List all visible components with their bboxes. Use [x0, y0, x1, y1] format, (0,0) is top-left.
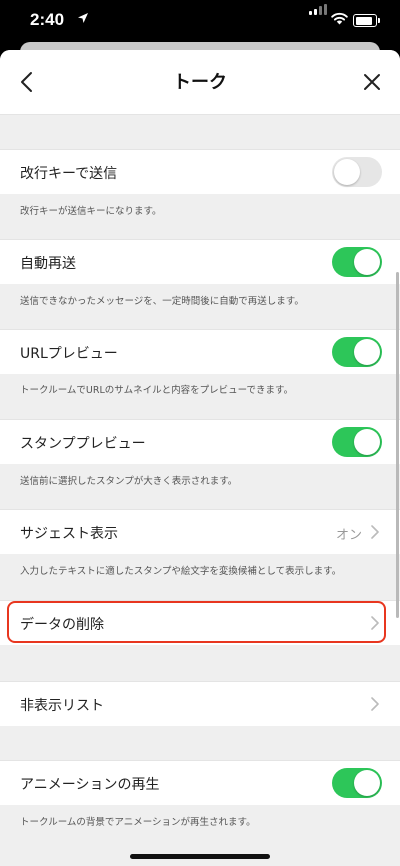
- setting-label: 非表示リスト: [20, 698, 104, 714]
- setting-description: 改行キーが送信キーになります。: [20, 206, 162, 217]
- setting-row-animation-playback[interactable]: アニメーションの再生: [0, 760, 400, 805]
- url-preview-toggle[interactable]: [332, 337, 382, 367]
- setting-description: 送信前に選択したスタンプが大きく表示されます。: [20, 476, 238, 487]
- status-bar: 2:40: [0, 0, 400, 44]
- setting-label: スタンププレビュー: [20, 436, 146, 452]
- close-icon: [364, 74, 380, 90]
- scrollbar[interactable]: [396, 272, 399, 618]
- setting-row-sticker-preview[interactable]: スタンププレビュー: [0, 419, 400, 464]
- auto-resend-toggle[interactable]: [332, 247, 382, 277]
- setting-label: URLプレビュー: [20, 346, 118, 362]
- setting-label: 改行キーで送信: [20, 166, 118, 182]
- setting-label: 自動再送: [20, 256, 76, 272]
- setting-description: 送信できなかったメッセージを、一定時間後に自動で再送します。: [20, 296, 304, 307]
- setting-row-url-preview[interactable]: URLプレビュー: [0, 329, 400, 374]
- talk-settings-sheet: トーク 改行キーで送信 改行キーが送信キーになります。 自動再送 送信できなかっ…: [0, 50, 400, 866]
- setting-label: アニメーションの再生: [20, 777, 160, 793]
- setting-row-suggest-display[interactable]: サジェスト表示 オン: [0, 509, 400, 554]
- setting-description: 入力したテキストに適したスタンプや絵文字を変換候補として表示します。: [20, 566, 342, 577]
- setting-row-hidden-list[interactable]: 非表示リスト: [0, 681, 400, 726]
- page-title: トーク: [173, 72, 227, 93]
- setting-description: トークルームの背景でアニメーションが再生されます。: [20, 817, 256, 828]
- nav-bar: トーク: [0, 50, 400, 115]
- setting-label: サジェスト表示: [20, 526, 118, 542]
- animation-playback-toggle[interactable]: [332, 768, 382, 798]
- setting-row-auto-resend[interactable]: 自動再送: [0, 239, 400, 284]
- suggest-display-value: オン: [335, 528, 362, 543]
- setting-description: トークルームでURLのサムネイルと内容をプレビューできます。: [20, 385, 294, 396]
- enter-to-send-toggle[interactable]: [332, 157, 382, 187]
- status-time: 2:40: [30, 10, 65, 29]
- close-button[interactable]: [354, 64, 390, 100]
- sticker-preview-toggle[interactable]: [332, 427, 382, 457]
- battery-icon: [353, 14, 380, 27]
- chevron-right-icon: [371, 525, 379, 539]
- location-arrow-icon: [78, 13, 88, 23]
- setting-row-enter-to-send[interactable]: 改行キーで送信: [0, 149, 400, 194]
- highlight-box: [7, 601, 386, 643]
- wifi-icon: [331, 12, 348, 25]
- home-indicator: [130, 854, 270, 859]
- chevron-right-icon: [371, 697, 379, 711]
